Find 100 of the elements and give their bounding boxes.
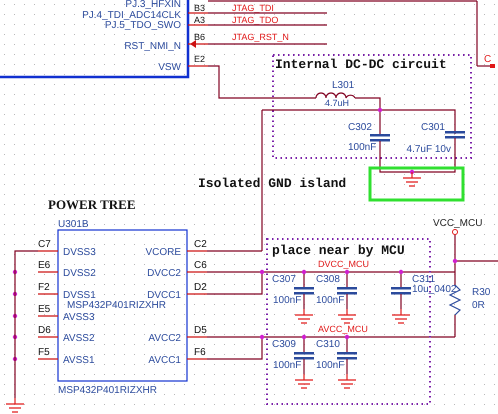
junction-dot: [410, 170, 414, 174]
pin-name: DVSS1: [63, 290, 96, 301]
ground-symbol: [337, 308, 357, 324]
part-reference: C310: [316, 339, 340, 350]
pin-number: A3: [194, 15, 206, 25]
wire: [303, 294, 305, 309]
junction-dot: [302, 334, 306, 340]
pin-number: C2: [194, 239, 207, 250]
part-value: 100nF: [273, 295, 302, 306]
ground-symbol: [337, 373, 357, 389]
ground-symbol: [5, 397, 25, 413]
part-reference: U301B: [58, 219, 89, 230]
pin-line: [38, 336, 58, 338]
pin-name: AVSS3: [63, 312, 94, 323]
wire: [346, 359, 348, 374]
junction-dot: [12, 270, 18, 274]
pin-name: AVCC2: [148, 333, 181, 344]
capacitor-symbol: [445, 131, 465, 138]
pin-number: B6: [194, 32, 206, 42]
pin-name: PJ.3_HFXIN: [125, 0, 181, 10]
pin-number: F6: [194, 347, 206, 358]
pin-line: [187, 293, 207, 295]
junction-dot: [12, 292, 18, 296]
pin-line: [187, 358, 207, 360]
part-value: 4.7uH: [325, 98, 350, 108]
capacitor-symbol: [391, 287, 411, 294]
pin-number: C7: [38, 239, 51, 250]
part-reference: C311: [412, 274, 436, 285]
junction-dot: [12, 334, 18, 340]
section-title: Internal DC-DC circuit: [275, 57, 447, 72]
junction-dot: [260, 270, 264, 274]
wire: [346, 294, 348, 309]
capacitor-symbol: [294, 287, 314, 294]
pin-line: [188, 12, 208, 14]
pin-number: F2: [38, 282, 50, 293]
power-port-icon: [452, 229, 458, 235]
pin-line: [187, 271, 207, 273]
net-label: C: [484, 54, 492, 65]
pin-number: B3: [194, 3, 206, 13]
pin-name: VCORE: [145, 247, 181, 258]
junction-dot: [344, 270, 350, 274]
pin-number: E5: [38, 304, 50, 315]
junction-dot: [452, 258, 458, 264]
junction-dot: [378, 108, 382, 112]
pin-line: [187, 336, 207, 338]
pin-name: DVSS2: [63, 268, 96, 279]
pin-number: D5: [194, 325, 207, 336]
pin-number: D2: [194, 282, 207, 293]
part-value: 100nF: [273, 360, 302, 371]
pin-name: AVCC1: [148, 355, 181, 366]
pin-arrow-icon: [190, 40, 196, 48]
pin-line: [188, 43, 208, 45]
pin-number: D6: [38, 325, 51, 336]
pin-name: DVCC1: [147, 290, 181, 301]
part-value: 100nF: [316, 295, 344, 306]
junction-dot: [302, 270, 306, 274]
pin-name: DVSS3: [63, 247, 96, 258]
net-label: JTAG_TDO: [232, 15, 278, 25]
ground-symbol: [402, 171, 422, 187]
pin-name: RST_NMI_N: [124, 41, 181, 52]
part-reference: C302: [348, 122, 372, 133]
junction-dot: [12, 314, 18, 318]
pin-line: [188, 65, 208, 67]
net-label: VCC_MCU: [433, 218, 482, 229]
capacitor-symbol: [370, 134, 390, 142]
part-reference: C309: [272, 339, 296, 350]
pin-number: F5: [38, 347, 50, 358]
wire: [400, 294, 402, 309]
part-name: MSP432P401RIZXHR: [67, 300, 166, 311]
part-name: MSP432P401RIZXHR: [58, 385, 157, 396]
pin-name: AVSS2: [63, 333, 94, 344]
capacitor-symbol: [294, 352, 314, 360]
junction-dot: [260, 334, 264, 340]
net-label: JTAG_RST_N: [232, 32, 289, 42]
capacitor-symbol: [337, 287, 357, 294]
pin-number: C6: [194, 260, 207, 271]
part-reference: C301: [421, 122, 445, 133]
port-marker-icon: [490, 64, 495, 68]
junction-dot: [398, 270, 404, 274]
part-value: 0R: [472, 300, 485, 311]
part-reference: R30: [472, 287, 490, 298]
ground-symbol: [391, 308, 411, 324]
pin-line: [38, 271, 58, 273]
inductor-symbol: [315, 92, 356, 99]
capacitor-symbol: [337, 352, 357, 360]
ground-symbol: [294, 373, 314, 389]
pin-line: [188, 24, 208, 26]
pin-name: DVCC2: [147, 268, 181, 279]
wire: [303, 359, 305, 374]
junction-dot: [12, 356, 18, 362]
part-value: 100nF: [348, 142, 376, 153]
part-value: 10u_0402: [412, 284, 456, 295]
pin-line: [38, 250, 58, 252]
pin-name: PJ.5_TDO_SWO: [104, 20, 181, 31]
part-value: 100nF: [316, 360, 344, 371]
ground-symbol: [294, 308, 314, 324]
part-reference: L301: [332, 80, 354, 91]
pin-line: [38, 315, 58, 317]
pin-name: VSW: [158, 62, 181, 73]
part-reference: C308: [316, 274, 340, 285]
